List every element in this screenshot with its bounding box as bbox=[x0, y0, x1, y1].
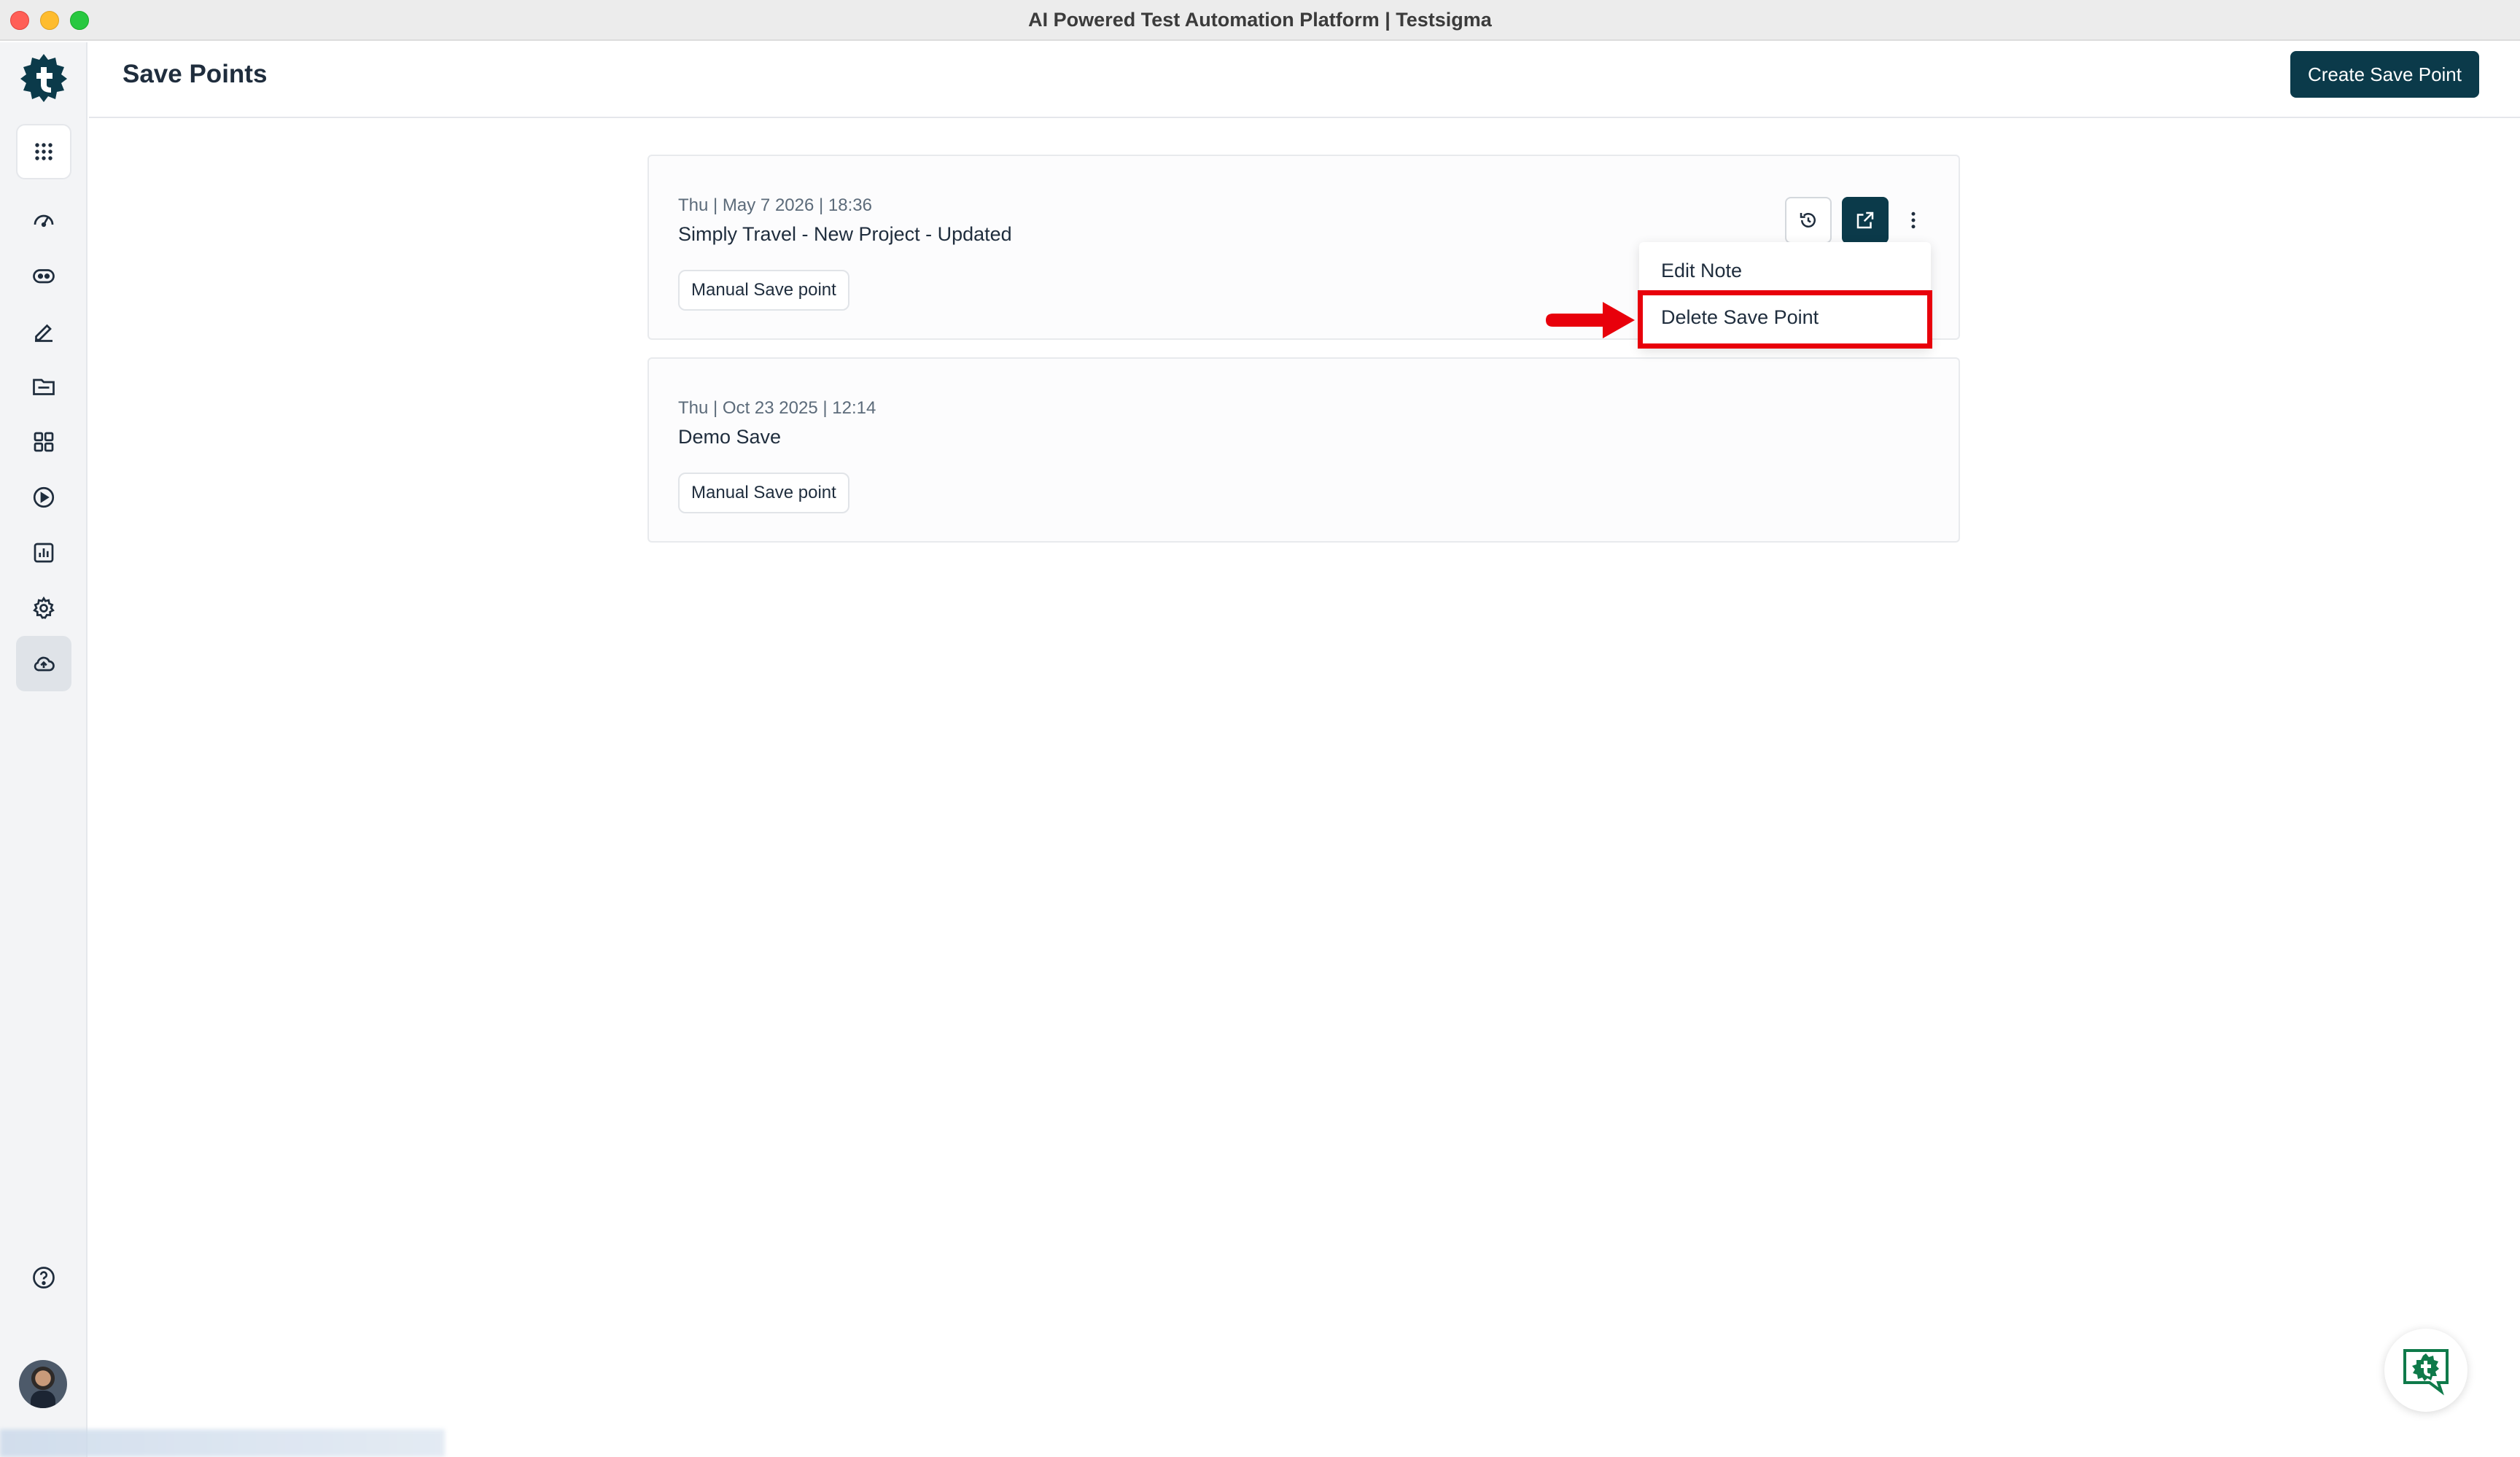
gear-icon bbox=[33, 596, 55, 619]
testsigma-logo-icon[interactable] bbox=[18, 51, 70, 104]
elements-grid-icon bbox=[34, 432, 54, 452]
more-vertical-icon bbox=[1911, 211, 1916, 229]
test-authoring-button[interactable] bbox=[16, 303, 71, 359]
help-icon bbox=[33, 1267, 55, 1289]
restore-icon bbox=[1800, 213, 1816, 228]
annotation-arrow-icon bbox=[1546, 302, 1635, 338]
dashboard-button[interactable] bbox=[16, 193, 71, 248]
save-point-name: Simply Travel - New Project - Updated bbox=[678, 223, 1012, 245]
atto-agent-button[interactable] bbox=[16, 248, 71, 303]
run-button[interactable] bbox=[16, 470, 71, 525]
page-header: Save Points Create Save Point bbox=[89, 42, 2520, 118]
chat-bot-icon bbox=[2403, 1349, 2449, 1396]
more-options-button[interactable] bbox=[1899, 197, 1928, 244]
apps-grid-button[interactable] bbox=[16, 124, 71, 179]
apps-grid-icon bbox=[35, 143, 52, 160]
folder-icon bbox=[33, 378, 55, 395]
save-point-date: Thu | May 7 2026 | 18:36 bbox=[678, 195, 872, 215]
annotation-highlight-box bbox=[1638, 290, 1932, 349]
help-button[interactable] bbox=[16, 1250, 71, 1305]
play-circle-icon bbox=[33, 486, 55, 508]
reports-chart-icon bbox=[34, 543, 54, 563]
test-data-button[interactable] bbox=[16, 359, 71, 414]
restore-save-point-button[interactable] bbox=[1785, 197, 1832, 244]
support-chat-button[interactable] bbox=[2384, 1329, 2468, 1412]
atto-agent-icon bbox=[33, 269, 55, 284]
save-point-type-tag: Manual Save point bbox=[678, 473, 849, 513]
page-title: Save Points bbox=[122, 60, 268, 88]
status-blur-overlay bbox=[0, 1429, 445, 1457]
edit-note-menu-item[interactable]: Edit Note bbox=[1661, 260, 1742, 282]
save-point-card[interactable]: Thu | Oct 23 2025 | 12:14 Demo Save Manu… bbox=[648, 357, 1960, 543]
window-title: AI Powered Test Automation Platform | Te… bbox=[1028, 9, 1492, 31]
save-point-name: Demo Save bbox=[678, 426, 782, 448]
window-titlebar: AI Powered Test Automation Platform | Te… bbox=[0, 0, 2520, 41]
dashboard-icon bbox=[34, 214, 54, 228]
sidebar bbox=[0, 42, 88, 1457]
user-avatar[interactable] bbox=[19, 1360, 67, 1408]
settings-button[interactable] bbox=[16, 580, 71, 636]
pencil-icon bbox=[35, 324, 52, 342]
create-save-point-button[interactable]: Create Save Point bbox=[2290, 51, 2479, 98]
save-point-type-tag: Manual Save point bbox=[678, 270, 849, 311]
cloud-save-icon bbox=[34, 656, 55, 672]
reports-button[interactable] bbox=[16, 525, 71, 580]
save-points-button[interactable] bbox=[16, 636, 71, 691]
save-point-date: Thu | Oct 23 2025 | 12:14 bbox=[678, 398, 876, 418]
external-link-icon bbox=[1856, 211, 1874, 229]
open-save-point-button[interactable] bbox=[1842, 197, 1889, 244]
elements-button[interactable] bbox=[16, 414, 71, 470]
